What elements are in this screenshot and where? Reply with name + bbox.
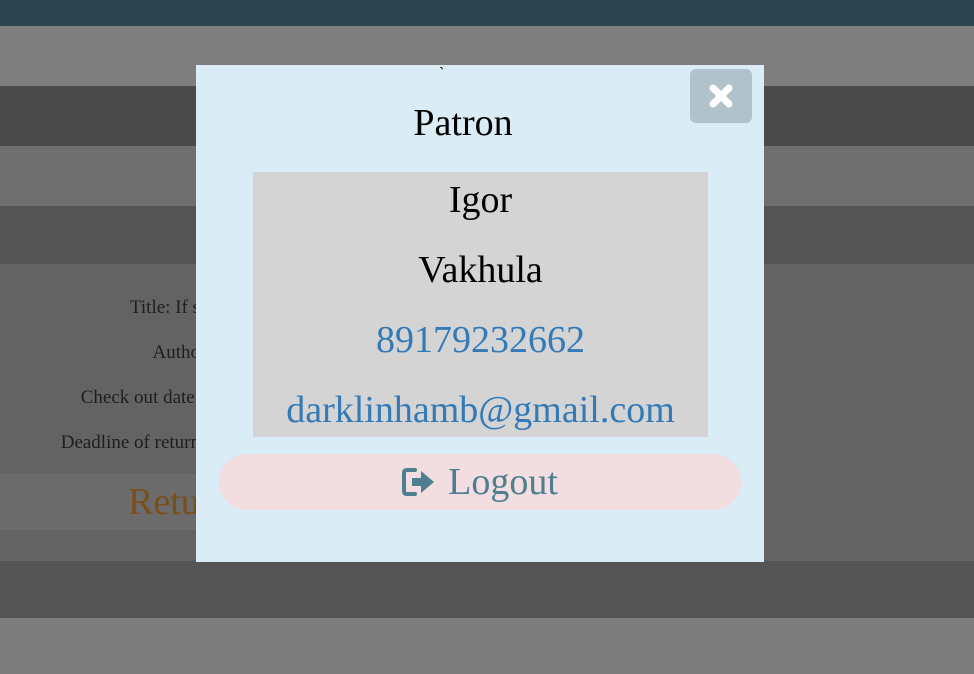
stray-character: ` — [439, 65, 445, 82]
patron-modal: ` Patron Igor Vakhula 89179232662 darkli… — [196, 65, 764, 562]
top-navbar — [0, 0, 974, 26]
sign-out-icon — [402, 468, 435, 496]
patron-first-name: Igor — [448, 179, 513, 221]
patron-email-link[interactable]: darklinhamb@gmail.com — [253, 388, 708, 432]
return-deadline-label: Deadline of return — [60, 432, 200, 453]
modal-title: Patron — [413, 102, 513, 144]
background-band — [0, 561, 974, 618]
logout-label: Logout — [448, 461, 558, 503]
checkout-date-label: Check out date: — [80, 387, 200, 408]
patron-phone-link[interactable]: 89179232662 — [253, 318, 708, 362]
patron-last-name: Vakhula — [418, 249, 543, 291]
background-band — [0, 618, 974, 674]
logout-button[interactable]: Logout — [219, 454, 741, 510]
return-button-label: Retu — [128, 481, 200, 523]
book-title-label: Title: If s — [129, 297, 200, 318]
patron-info-card: Igor Vakhula 89179232662 darklinhamb@gma… — [253, 172, 708, 437]
book-author-label: Autho — [152, 342, 201, 363]
